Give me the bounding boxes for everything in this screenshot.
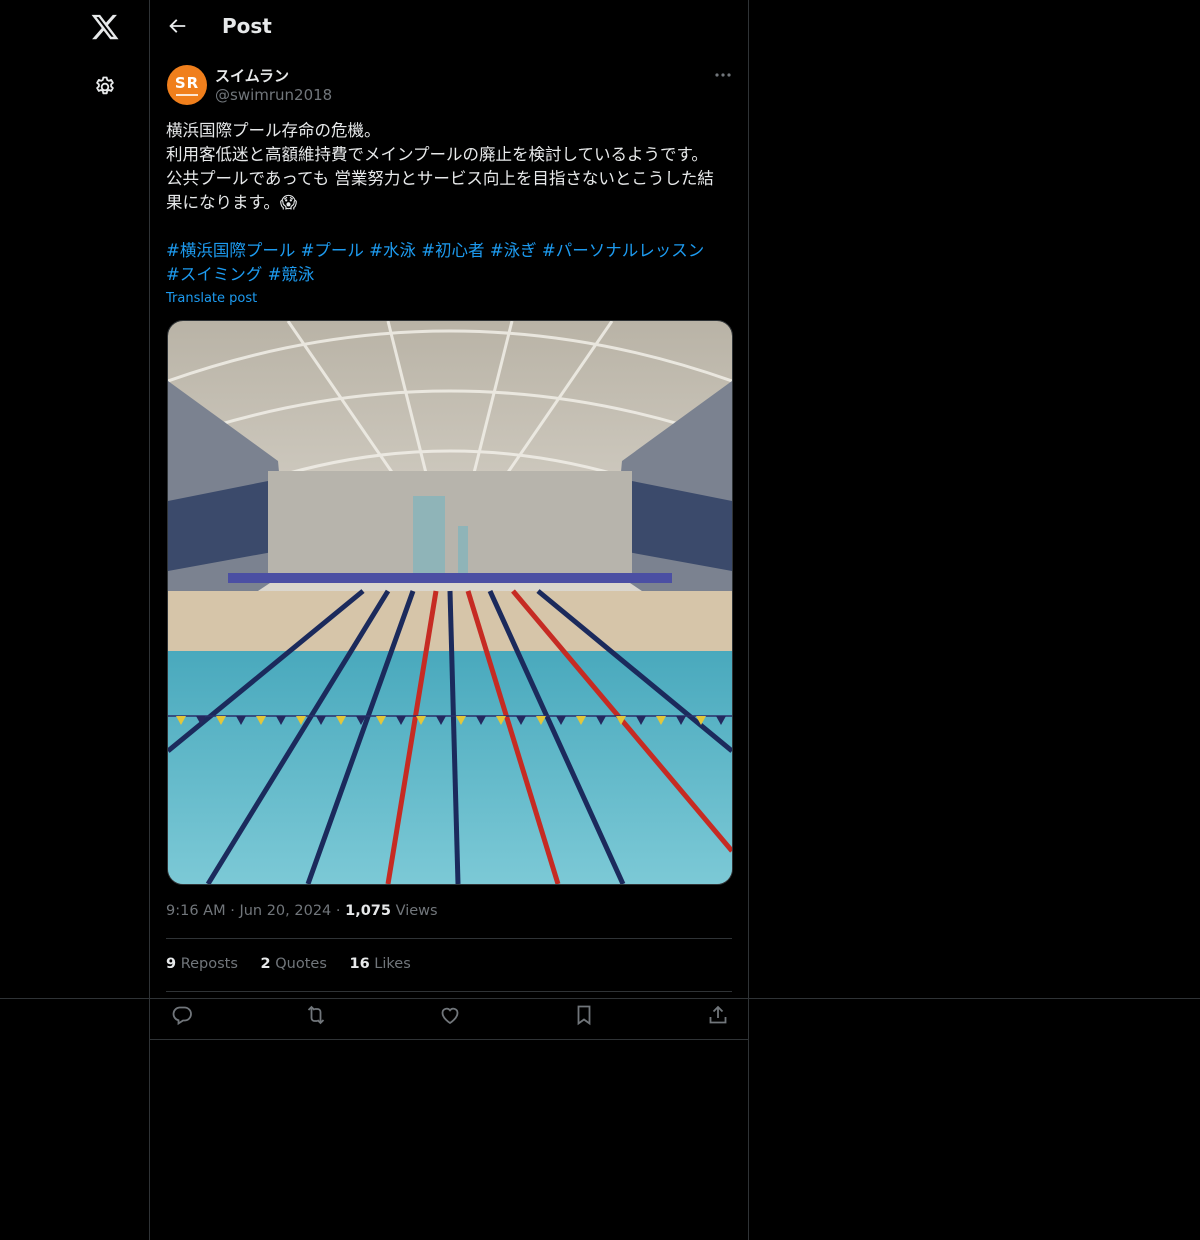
- post-line: 果になります。😱: [166, 193, 298, 212]
- share-icon[interactable]: [706, 1003, 730, 1027]
- likes-stat[interactable]: 16 Likes: [349, 956, 410, 972]
- views-count: 1,075: [345, 903, 391, 919]
- post-image[interactable]: [167, 320, 733, 885]
- hashtag-link[interactable]: #プール: [301, 241, 364, 260]
- page-title: Post: [222, 14, 272, 38]
- quotes-count: 2: [260, 956, 271, 972]
- divider: [0, 998, 1200, 999]
- likes-label: Likes: [374, 956, 411, 972]
- post-line: 公共プールであっても 営業努力とサービス向上を目指さないとこうした結: [166, 169, 714, 188]
- translate-post-link[interactable]: Translate post: [166, 291, 257, 306]
- avatar[interactable]: SR: [167, 65, 207, 105]
- meta-dot: ·: [335, 903, 341, 919]
- x-logo-icon[interactable]: [90, 12, 120, 42]
- hashtag-link[interactable]: #横浜国際プール: [166, 241, 295, 260]
- likes-count: 16: [349, 956, 370, 972]
- bookmark-icon[interactable]: [572, 1003, 596, 1027]
- main-column: Post SR スイムラン @swimrun2018 横浜国際プール存命の危機。…: [149, 0, 749, 1240]
- reposts-label: Reposts: [180, 956, 238, 972]
- hashtag-link[interactable]: #水泳: [369, 241, 416, 260]
- meta-dot: ·: [230, 903, 235, 919]
- divider: [166, 991, 732, 992]
- arrow-left-icon[interactable]: [166, 15, 188, 37]
- sidebar: [0, 0, 149, 1240]
- action-bar: [150, 1003, 748, 1029]
- author-name[interactable]: スイムラン: [215, 65, 289, 86]
- reposts-stat[interactable]: 9 Reposts: [166, 956, 238, 972]
- divider: [166, 938, 732, 939]
- post-text: 横浜国際プール存命の危機。 利用客低迷と高額維持費でメインプールの廃止を検討して…: [166, 119, 736, 215]
- post-date[interactable]: Jun 20, 2024: [239, 903, 331, 919]
- repost-icon[interactable]: [304, 1003, 328, 1027]
- header: Post: [150, 0, 748, 54]
- hashtag-link[interactable]: #スイミング: [166, 265, 262, 284]
- divider: [150, 1039, 748, 1040]
- avatar-stripe: [176, 94, 198, 96]
- gear-icon[interactable]: [93, 75, 117, 99]
- more-icon[interactable]: [712, 66, 734, 84]
- hashtag-link[interactable]: #初心者: [421, 241, 484, 260]
- author-handle[interactable]: @swimrun2018: [215, 86, 332, 104]
- hashtag-link[interactable]: #競泳: [268, 265, 315, 284]
- hashtag-link[interactable]: #パーソナルレッスン: [542, 241, 704, 260]
- hashtags: #横浜国際プール #プール #水泳 #初心者 #泳ぎ #パーソナルレッスン #ス…: [166, 239, 736, 287]
- views-label: Views: [395, 903, 438, 919]
- post-line: 利用客低迷と高額維持費でメインプールの廃止を検討しているようです。: [166, 145, 708, 164]
- heart-icon[interactable]: [438, 1003, 462, 1027]
- post-time[interactable]: 9:16 AM: [166, 903, 226, 919]
- post-line: 横浜国際プール存命の危機。: [166, 121, 381, 140]
- hashtag-link[interactable]: #泳ぎ: [490, 241, 537, 260]
- reposts-count: 9: [166, 956, 177, 972]
- post-meta: 9:16 AM · Jun 20, 2024 · 1,075 Views: [166, 903, 438, 919]
- reply-icon[interactable]: [170, 1003, 194, 1027]
- post-stats: 9 Reposts 2 Quotes 16 Likes: [166, 956, 429, 972]
- quotes-stat[interactable]: 2 Quotes: [261, 956, 327, 972]
- quotes-label: Quotes: [275, 956, 327, 972]
- avatar-text: SR: [174, 74, 200, 92]
